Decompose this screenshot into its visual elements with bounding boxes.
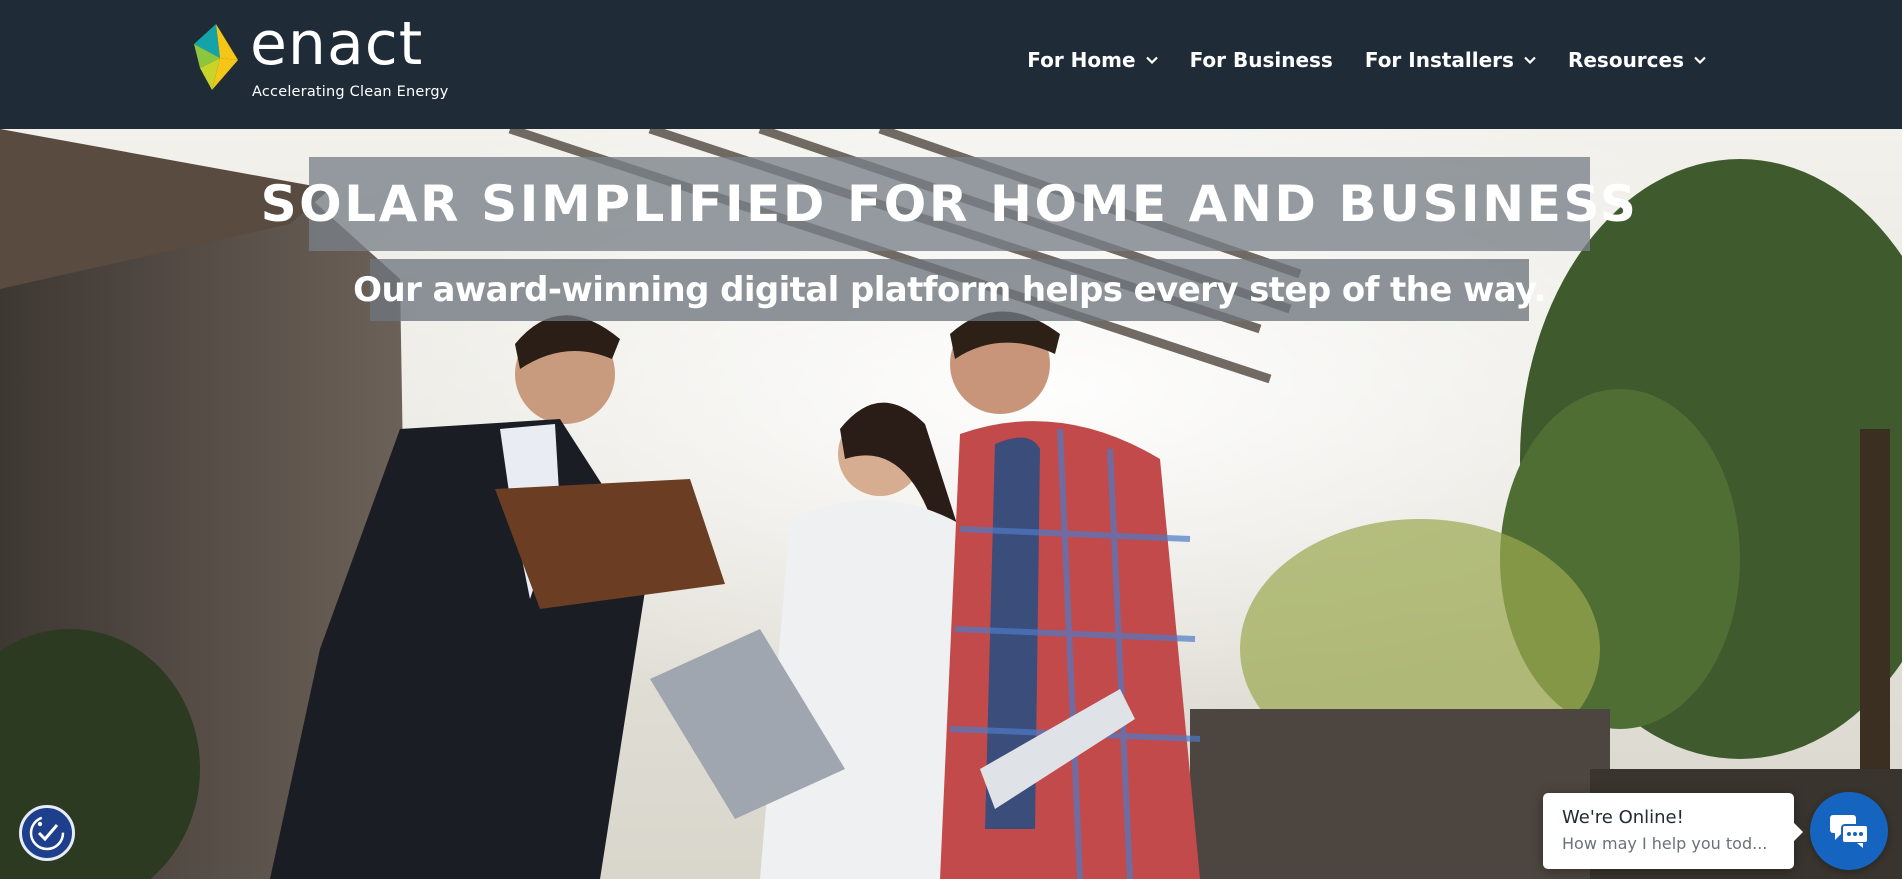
accessibility-button[interactable] [19,805,75,861]
chat-subtitle: How may I help you tod... [1562,834,1768,853]
accessibility-icon [29,815,65,851]
logo-tagline: Accelerating Clean Energy [252,84,449,100]
nav-item-for-business[interactable]: For Business [1190,48,1333,72]
chat-bubbles-icon [1830,815,1869,848]
hero-subheadline: Our award-winning digital platform helps… [353,270,1546,310]
chevron-down-icon [1524,56,1536,64]
nav-item-label: For Home [1027,48,1136,72]
nav-item-resources[interactable]: Resources [1568,48,1706,72]
logo-wordmark: enact [250,9,424,79]
enact-logo[interactable]: enact Accelerating Clean Energy [194,14,448,106]
main-nav: For Home For Business For Installers Res… [995,48,1706,72]
nav-item-label: For Business [1189,48,1333,72]
nav-item-label: For Installers [1364,48,1514,72]
chat-title: We're Online! [1562,807,1684,828]
chat-open-button[interactable] [1810,792,1888,870]
subheadline-banner: Our award-winning digital platform helps… [353,259,1546,321]
hero-headline: SOLAR SIMPLIFIED FOR HOME AND BUSINESS [260,175,1639,233]
headline-banner: SOLAR SIMPLIFIED FOR HOME AND BUSINESS [261,157,1636,251]
site-header: enact Accelerating Clean Energy For Home… [0,0,1902,129]
chevron-down-icon [1145,56,1158,64]
hero-section: SOLAR SIMPLIFIED FOR HOME AND BUSINESS O… [0,129,1902,879]
nav-item-for-home[interactable]: For Home [1027,48,1158,72]
nav-item-for-installers[interactable]: For Installers [1365,48,1536,72]
enact-logo-mark-icon [194,24,238,90]
nav-item-label: Resources [1567,48,1684,72]
chat-prompt-bubble[interactable]: We're Online! How may I help you tod... [1543,793,1803,869]
chevron-down-icon [1694,56,1706,64]
